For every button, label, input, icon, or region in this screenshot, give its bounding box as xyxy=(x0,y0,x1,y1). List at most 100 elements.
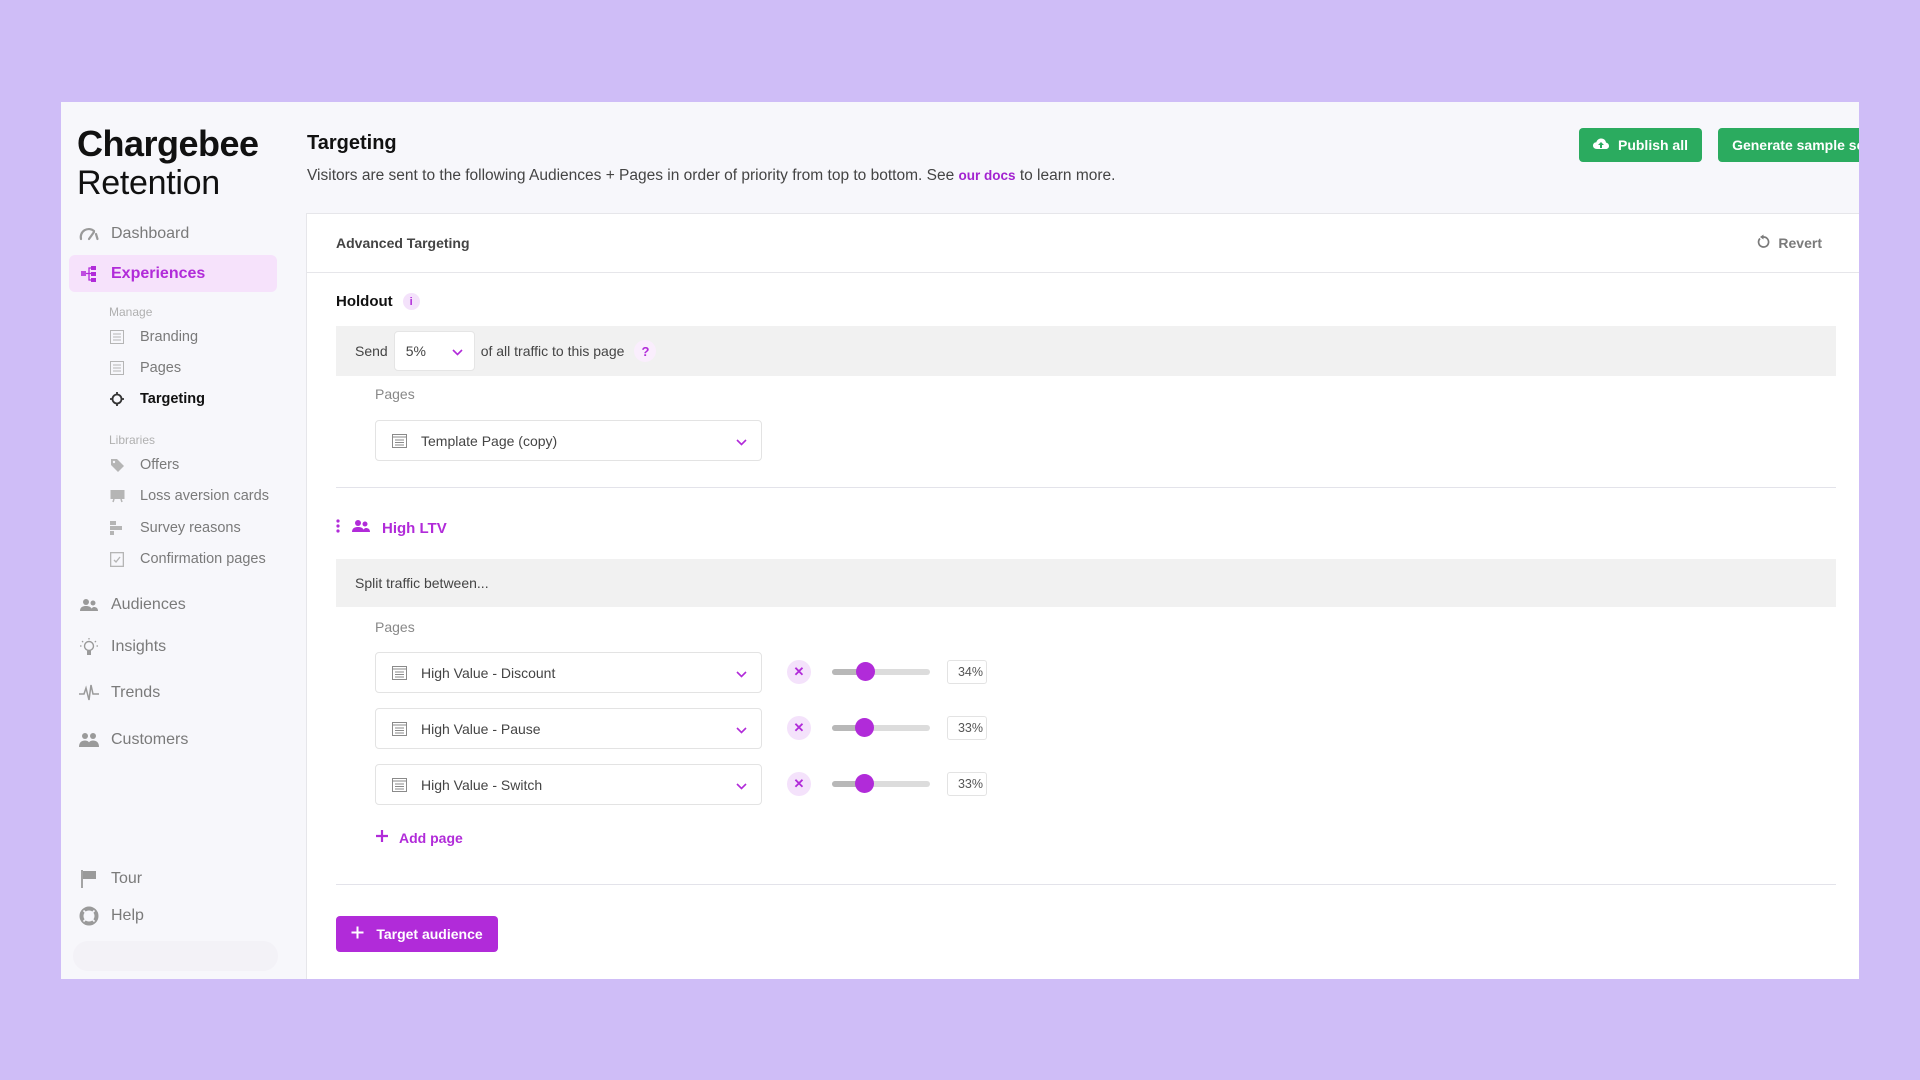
page-select-value: High Value - Pause xyxy=(421,720,541,737)
remove-page-button[interactable]: ✕ xyxy=(787,716,811,740)
sidebar-item-insights[interactable]: Insights xyxy=(69,628,277,665)
sidebar-item-label: Pages xyxy=(140,360,182,376)
page-icon xyxy=(392,777,407,792)
sidebar-item-label: Dashboard xyxy=(111,224,190,242)
libraries-group-label: Libraries xyxy=(109,433,156,447)
page-icon xyxy=(392,721,407,736)
sidebar-item-help[interactable]: Help xyxy=(69,897,277,934)
chevron-down-icon xyxy=(736,433,747,449)
sidebar-item-branding[interactable]: Branding xyxy=(109,325,198,349)
drag-handle-icon[interactable] xyxy=(336,519,340,537)
sidebar-item-survey-reasons[interactable]: Survey reasons xyxy=(109,516,241,540)
page-icon xyxy=(109,360,125,376)
logo-line2: Retention xyxy=(77,164,220,202)
sidebar-item-dashboard[interactable]: Dashboard xyxy=(69,215,277,252)
holdout-label: Holdout xyxy=(336,293,393,310)
percent-input[interactable]: 33% xyxy=(947,716,987,740)
main-content: Targeting Visitors are sent to the follo… xyxy=(305,102,1859,979)
page-icon xyxy=(392,433,407,448)
sidebar-item-label: Insights xyxy=(111,637,167,655)
page-select-value: High Value - Switch xyxy=(421,776,543,793)
sidebar-bottom-fade xyxy=(73,941,278,971)
add-page-button[interactable]: Add page xyxy=(375,829,463,846)
advanced-targeting-card: Advanced Targeting Revert Holdout i Send… xyxy=(306,213,1859,979)
sidebar-item-confirmation-pages[interactable]: Confirmation pages xyxy=(109,547,266,571)
chevron-down-icon xyxy=(736,777,747,793)
traffic-split-slider[interactable] xyxy=(832,660,930,684)
revert-label: Revert xyxy=(1778,234,1822,251)
cloud-upload-icon xyxy=(1592,137,1609,153)
sidebar-item-label: Branding xyxy=(140,329,199,345)
holdout-send-bar: Send 5% of all traffic to this page ? xyxy=(336,326,1836,376)
sidebar-item-label: Targeting xyxy=(140,391,205,407)
audience-page-select[interactable]: High Value - Discount xyxy=(375,652,762,693)
remove-page-button[interactable]: ✕ xyxy=(787,660,811,684)
manage-group-label: Manage xyxy=(109,305,153,319)
audience-pages-label: Pages xyxy=(375,619,415,635)
description-text: Visitors are sent to the following Audie… xyxy=(307,167,959,184)
plus-icon xyxy=(351,926,364,942)
page-description: Visitors are sent to the following Audie… xyxy=(307,167,1115,185)
holdout-page-select[interactable]: Template Page (copy) xyxy=(375,420,762,461)
lightbulb-icon xyxy=(79,637,99,657)
generate-sample-session-button[interactable]: Generate sample session xyxy=(1718,128,1859,162)
sidebar-item-label: Confirmation pages xyxy=(140,551,266,567)
card-title: Advanced Targeting xyxy=(336,235,470,251)
users-icon xyxy=(79,595,99,615)
logo: Chargebee Retention xyxy=(77,123,259,202)
card-header: Advanced Targeting Revert xyxy=(307,214,1859,273)
sidebar-item-label: Help xyxy=(111,906,144,924)
sidebar-item-pages[interactable]: Pages xyxy=(109,356,181,380)
sidebar-item-label: Audiences xyxy=(111,595,186,613)
section-divider xyxy=(336,884,1836,885)
sidebar-item-targeting[interactable]: Targeting xyxy=(109,387,205,411)
sidebar-item-customers[interactable]: Customers xyxy=(69,721,277,758)
send-label: Send xyxy=(355,343,388,359)
slider-thumb[interactable] xyxy=(855,662,875,681)
sidebar-item-tour[interactable]: Tour xyxy=(69,860,277,897)
revert-icon xyxy=(1757,234,1770,251)
revert-button[interactable]: Revert xyxy=(1757,234,1822,251)
target-audience-button[interactable]: Target audience xyxy=(336,916,498,952)
percent-input[interactable]: 34% xyxy=(947,660,987,684)
sidebar-item-experiences[interactable]: Experiences xyxy=(69,255,277,292)
traffic-split-slider[interactable] xyxy=(832,772,930,796)
slider-thumb[interactable] xyxy=(854,718,874,737)
info-icon[interactable]: i xyxy=(402,293,420,310)
publish-all-button[interactable]: Publish all xyxy=(1579,128,1702,162)
sidebar-item-label: Tour xyxy=(111,869,143,887)
page-icon xyxy=(392,665,407,680)
section-divider xyxy=(336,487,1836,488)
docs-link[interactable]: our docs xyxy=(959,168,1016,183)
sidebar-item-label: Survey reasons xyxy=(140,520,241,536)
cards-icon xyxy=(109,488,125,504)
customers-icon xyxy=(79,730,99,750)
percent-input[interactable]: 33% xyxy=(947,772,987,796)
sidebar-item-label: Experiences xyxy=(111,264,206,282)
slider-thumb[interactable] xyxy=(854,774,874,793)
page-icon xyxy=(109,329,125,345)
remove-page-button[interactable]: ✕ xyxy=(787,772,811,796)
tag-icon xyxy=(109,457,125,473)
audience-icon xyxy=(352,519,370,537)
holdout-percent-select[interactable]: 5% xyxy=(393,331,475,371)
sidebar-item-audiences[interactable]: Audiences xyxy=(69,586,277,623)
sidebar-item-offers[interactable]: Offers xyxy=(109,453,179,477)
plus-icon xyxy=(375,829,389,846)
sidebar-item-loss-aversion-cards[interactable]: Loss aversion cards xyxy=(109,484,269,508)
add-page-label: Add page xyxy=(399,829,463,846)
audience-page-select[interactable]: High Value - Pause xyxy=(375,708,762,749)
holdout-title: Holdout i xyxy=(336,293,420,310)
audience-name[interactable]: High LTV xyxy=(382,520,447,537)
close-icon: ✕ xyxy=(793,776,805,791)
page-title: Targeting xyxy=(307,132,397,154)
crosshair-icon xyxy=(109,391,125,407)
traffic-split-slider[interactable] xyxy=(832,716,930,740)
check-page-icon xyxy=(109,551,125,567)
logo-line1: Chargebee xyxy=(77,123,259,164)
publish-all-label: Publish all xyxy=(1617,137,1688,153)
audience-page-select[interactable]: High Value - Switch xyxy=(375,764,762,805)
help-question-icon[interactable]: ? xyxy=(634,340,657,362)
lifebuoy-icon xyxy=(79,906,99,926)
sidebar-item-trends[interactable]: Trends xyxy=(69,674,277,711)
